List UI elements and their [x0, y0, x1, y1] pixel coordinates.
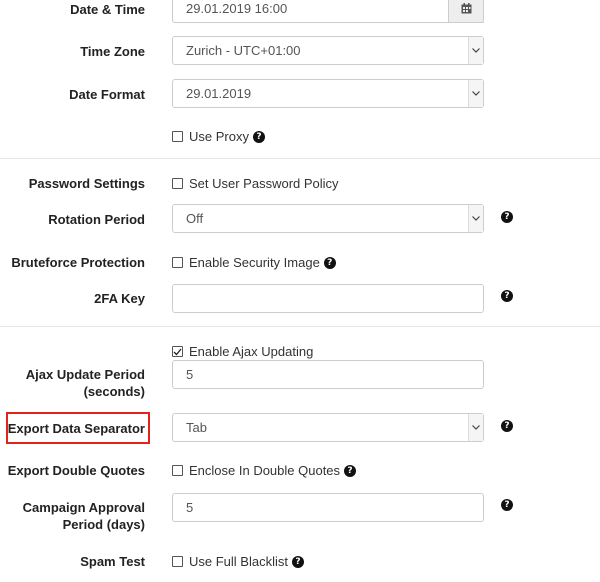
ajax-period-label: Ajax Update Period (seconds) — [25, 367, 145, 399]
ajax-updating-label: Enable Ajax Updating — [189, 344, 314, 359]
timezone-select[interactable]: Zurich - UTC+01:00 — [172, 36, 484, 65]
dateformat-value: 29.01.2019 — [186, 86, 252, 101]
spam-test-label: Spam Test — [80, 554, 145, 569]
chevron-down-icon — [468, 80, 483, 107]
dateformat-select[interactable]: 29.01.2019 — [172, 79, 484, 108]
help-icon[interactable]: ? — [323, 256, 336, 269]
double-quotes-label: Enclose In Double Quotes — [189, 463, 341, 478]
divider — [0, 326, 600, 327]
password-policy-label: Set User Password Policy — [189, 176, 339, 191]
security-image-label: Enable Security Image — [189, 255, 320, 270]
checkbox-box[interactable] — [172, 131, 183, 142]
double-quotes-checkbox[interactable]: Enclose In Double Quotes ? — [172, 462, 357, 479]
export-separator-value: Tab — [186, 420, 207, 435]
checkbox-box[interactable] — [172, 178, 183, 189]
timezone-value: Zurich - UTC+01:00 — [186, 43, 301, 58]
ajax-updating-checkbox[interactable]: Enable Ajax Updating — [172, 343, 313, 360]
use-proxy-checkbox[interactable]: Use Proxy ? — [172, 128, 265, 145]
2fa-key-label: 2FA Key — [94, 291, 145, 306]
datetime-input[interactable]: 29.01.2019 16:00 — [172, 0, 484, 23]
help-icon[interactable]: ? — [501, 499, 513, 511]
checkbox-box[interactable] — [172, 257, 183, 268]
password-settings-label: Password Settings — [28, 176, 145, 191]
password-policy-checkbox[interactable]: Set User Password Policy — [172, 175, 339, 192]
help-icon[interactable]: ? — [252, 130, 265, 143]
help-icon[interactable]: ? — [291, 555, 304, 568]
chevron-down-icon — [468, 37, 483, 64]
checkbox-box[interactable] — [172, 556, 183, 567]
export-separator-select[interactable]: Tab — [172, 413, 484, 442]
bruteforce-label: Bruteforce Protection — [11, 255, 145, 270]
chevron-down-icon — [468, 205, 483, 232]
help-icon[interactable]: ? — [501, 420, 513, 432]
help-icon[interactable]: ? — [501, 211, 513, 223]
export-separator-label: Export Data Separator — [7, 421, 145, 436]
ajax-period-input[interactable]: 5 — [172, 360, 484, 389]
full-blacklist-label: Use Full Blacklist — [189, 554, 288, 569]
full-blacklist-checkbox[interactable]: Use Full Blacklist ? — [172, 553, 304, 570]
datetime-label: Date & Time — [70, 2, 145, 17]
rotation-period-value: Off — [186, 211, 204, 226]
dateformat-label: Date Format — [69, 87, 145, 102]
calendar-button[interactable] — [448, 0, 484, 23]
divider — [0, 158, 600, 159]
checkbox-box[interactable] — [172, 465, 183, 476]
use-proxy-label: Use Proxy — [189, 129, 249, 144]
checkbox-box[interactable] — [172, 346, 183, 357]
checkmark-icon — [173, 348, 182, 355]
2fa-key-input[interactable] — [172, 284, 484, 313]
export-quotes-label: Export Double Quotes — [7, 463, 145, 478]
calendar-icon — [461, 3, 471, 14]
timezone-label: Time Zone — [80, 44, 145, 59]
rotation-period-label: Rotation Period — [48, 212, 145, 227]
rotation-period-select[interactable]: Off — [172, 204, 484, 233]
help-icon[interactable]: ? — [344, 464, 357, 477]
campaign-approval-input[interactable]: 5 — [172, 493, 484, 522]
chevron-down-icon — [468, 414, 483, 441]
security-image-checkbox[interactable]: Enable Security Image ? — [172, 254, 336, 271]
campaign-approval-label: Campaign Approval Period (days) — [22, 500, 145, 532]
help-icon[interactable]: ? — [501, 290, 513, 302]
